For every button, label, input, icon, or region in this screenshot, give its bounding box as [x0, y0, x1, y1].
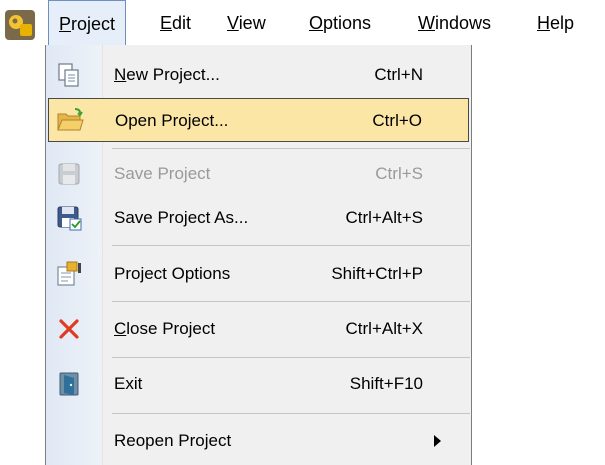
- menu-view-label: iew: [238, 13, 266, 33]
- menu-item-exit[interactable]: Exit Shift+F10: [48, 362, 469, 406]
- project-options-label: Project Options: [114, 264, 231, 283]
- new-project-shortcut: Ctrl+N: [374, 65, 423, 84]
- app-icon: [5, 10, 35, 40]
- new-project-icon: [58, 63, 79, 87]
- menu-item-new-project[interactable]: New Project... Ctrl+N: [48, 53, 469, 97]
- menu-edit[interactable]: Edit: [160, 0, 191, 46]
- menu-item-close-project[interactable]: Close Project Ctrl+Alt+X: [48, 307, 469, 351]
- menu-item-project-options[interactable]: Project Options Shift+Ctrl+P: [48, 252, 469, 296]
- menu-item-save-project-as[interactable]: Save Project As... Ctrl+Alt+S: [48, 196, 469, 240]
- project-options-icon: [57, 261, 81, 286]
- open-project-shortcut: Ctrl+O: [372, 111, 422, 130]
- reopen-project-label: Reopen Project: [114, 431, 232, 450]
- exit-label: Exit: [114, 374, 143, 393]
- menu-separator: [112, 301, 470, 302]
- menu-view[interactable]: View: [227, 0, 266, 46]
- close-project-text: lose Project: [126, 319, 216, 338]
- menu-options-mnemonic: O: [309, 13, 324, 33]
- menu-options[interactable]: Options: [309, 0, 371, 46]
- save-project-as-shortcut: Ctrl+Alt+S: [345, 208, 423, 227]
- close-project-mnemonic: C: [114, 319, 127, 338]
- new-project-text: ew Project...: [126, 65, 220, 84]
- menu-separator: [112, 245, 470, 246]
- menu-edit-label: dit: [172, 13, 192, 33]
- close-project-shortcut: Ctrl+Alt+X: [345, 319, 423, 338]
- menu-project-mnemonic: P: [59, 14, 72, 34]
- menu-edit-mnemonic: E: [160, 13, 173, 33]
- exit-door-icon: [59, 372, 79, 396]
- menu-bar: Project Edit View Options Windows Help: [0, 0, 605, 46]
- close-project-label: Close Project: [114, 307, 215, 351]
- project-dropdown-menu: New Project... Ctrl+N Open Project... Ct…: [45, 45, 472, 465]
- submenu-arrow-icon: [434, 435, 441, 447]
- save-project-as-label: Save Project As...: [114, 208, 249, 227]
- menu-item-save-project[interactable]: Save Project Ctrl+S: [48, 152, 469, 196]
- menu-item-open-project[interactable]: Open Project... Ctrl+O: [48, 98, 469, 142]
- save-as-disk-icon: [57, 206, 82, 231]
- open-project-label: Open Project...: [115, 111, 229, 130]
- new-project-label: New Project...: [114, 53, 220, 97]
- open-folder-icon: [57, 108, 84, 131]
- menu-view-mnemonic: V: [227, 13, 239, 33]
- menu-project[interactable]: Project: [48, 0, 127, 46]
- save-project-shortcut: Ctrl+S: [375, 164, 423, 183]
- save-project-label: Save Project: [114, 164, 211, 183]
- exit-shortcut: Shift+F10: [349, 374, 423, 393]
- close-x-icon: [59, 319, 79, 339]
- menu-options-label: ptions: [323, 13, 372, 33]
- menu-project-label: roject: [71, 14, 116, 34]
- menu-help-label: elp: [550, 13, 575, 33]
- new-project-mnemonic: N: [114, 65, 127, 84]
- menu-separator: [112, 148, 470, 149]
- project-options-shortcut: Shift+Ctrl+P: [331, 264, 423, 283]
- menu-windows[interactable]: Windows: [418, 0, 491, 46]
- save-disk-icon: [58, 163, 80, 185]
- menu-separator: [112, 357, 470, 358]
- menu-windows-label: indows: [435, 13, 492, 33]
- menu-help[interactable]: Help: [537, 0, 574, 46]
- menu-windows-mnemonic: W: [418, 13, 435, 33]
- menu-item-reopen-project[interactable]: Reopen Project: [48, 419, 469, 463]
- menu-help-mnemonic: H: [537, 13, 550, 33]
- menu-separator: [112, 413, 470, 414]
